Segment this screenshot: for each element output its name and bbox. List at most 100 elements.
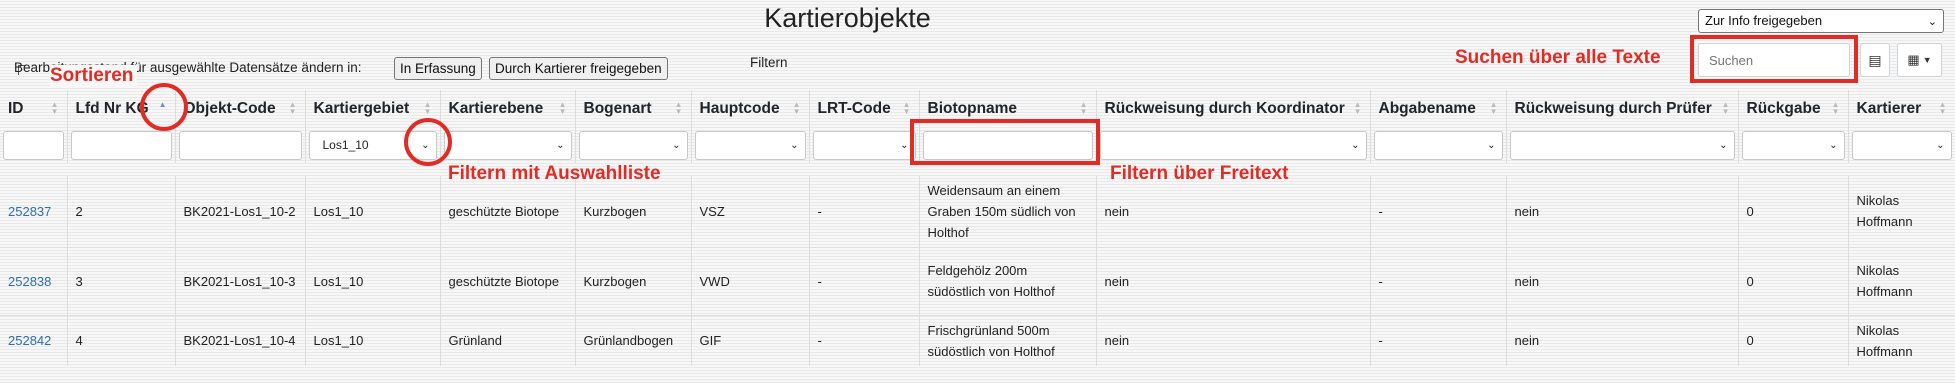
- cell-rp: nein: [1506, 315, 1739, 366]
- row-id-link[interactable]: 252838: [8, 274, 51, 289]
- col-rueckgabe[interactable]: Rückgabe ▲ ▼: [1738, 90, 1849, 127]
- cell-kartierer: Nikolas Hoffmann: [1848, 176, 1955, 248]
- cell-kartierer: Nikolas Hoffmann: [1848, 247, 1955, 316]
- filter-lrt-code-select[interactable]: ⌄: [812, 130, 916, 160]
- table-row[interactable]: 252842 4 BK2021-Los1_10-4 Los1_10 Grünla…: [0, 315, 1955, 366]
- cell-name: Weidensaum an einem Graben 150m südlich …: [919, 176, 1097, 248]
- col-hauptcode[interactable]: Hauptcode ▲ ▼: [691, 90, 810, 127]
- filter-label: Filtern: [750, 55, 788, 70]
- cell-lrt: -: [809, 247, 920, 316]
- cell-haupt: VWD: [691, 247, 810, 316]
- col-id[interactable]: ID ▲ ▼: [0, 90, 68, 127]
- chevron-down-icon: ⌄: [556, 139, 565, 151]
- columns-toggle-button[interactable]: ▦ ▼: [1897, 43, 1942, 77]
- col-kartierer[interactable]: Kartierer ▲ ▼: [1848, 90, 1955, 127]
- cell-lfd: 2: [67, 176, 176, 248]
- annotation-select-circle: [404, 118, 452, 166]
- col-abgabename[interactable]: Abgabename ▲ ▼: [1370, 90, 1507, 127]
- filter-id-input[interactable]: [3, 130, 64, 160]
- annotation-filter-text-label: Filtern über Freitext: [1110, 163, 1289, 184]
- col-rueckweisung-pruefer[interactable]: Rückweisung durch Prüfer ▲ ▼: [1506, 90, 1739, 127]
- list-view-button[interactable]: ▤: [1860, 43, 1890, 77]
- col-lrt-code[interactable]: LRT-Code ▲ ▼: [809, 90, 920, 127]
- sort-icon: ▲ ▼: [674, 100, 683, 116]
- cell-name: Frischgrünland 500m südöstlich von Holth…: [919, 315, 1097, 366]
- cell-rk: nein: [1096, 315, 1371, 366]
- cell-rueck: 0: [1738, 176, 1849, 248]
- filter-kartiergebiet-value: Los1_10: [322, 137, 369, 152]
- sort-icon: ▲ ▼: [902, 100, 911, 116]
- cell-lrt: -: [809, 315, 920, 366]
- chevron-down-icon: ⌄: [790, 139, 799, 151]
- cell-haupt: VSZ: [691, 176, 810, 248]
- sort-icon: ▲ ▼: [1831, 100, 1840, 116]
- col-rueckweisung-koordinator[interactable]: Rückweisung durch Koordinator ▲ ▼: [1096, 90, 1371, 127]
- cell-bogen: Kurzbogen: [575, 247, 692, 316]
- filter-rk-select[interactable]: ⌄: [1099, 130, 1367, 160]
- cell-code: BK2021-Los1_10-2: [175, 176, 306, 248]
- filter-kartierebene-select[interactable]: ⌄: [443, 130, 572, 160]
- cell-bogen: Kurzbogen: [575, 176, 692, 248]
- col-kartierebene[interactable]: Kartierebene ▲ ▼: [440, 90, 576, 127]
- cell-rp: nein: [1506, 176, 1739, 248]
- filter-rp-select[interactable]: ⌄: [1509, 130, 1735, 160]
- cell-haupt: GIF: [691, 315, 810, 366]
- cell-bogen: Grünlandbogen: [575, 315, 692, 366]
- cell-ebene: geschützte Biotope: [440, 247, 576, 316]
- chevron-down-icon: ⌄: [900, 139, 909, 151]
- sort-icon: ▲ ▼: [1938, 100, 1947, 116]
- annotation-freetext-box: [910, 119, 1100, 165]
- list-icon: ▤: [1868, 51, 1882, 68]
- cell-abgabe: -: [1370, 176, 1507, 248]
- sort-icon: ▲ ▼: [50, 100, 59, 116]
- cell-gebiet: Los1_10: [305, 315, 441, 366]
- sort-icon: ▲ ▼: [558, 100, 567, 116]
- chevron-down-icon: ⌄: [1351, 139, 1360, 151]
- row-id-link[interactable]: 252837: [8, 204, 51, 219]
- cell-kartierer: Nikolas Hoffmann: [1848, 315, 1955, 366]
- caret-down-icon: ▼: [1922, 55, 1932, 65]
- cell-gebiet: Los1_10: [305, 176, 441, 248]
- table-row[interactable]: 252838 3 BK2021-Los1_10-3 Los1_10 geschü…: [0, 247, 1955, 316]
- sort-icon: ▲ ▼: [792, 100, 801, 116]
- in-erfassung-button[interactable]: In Erfassung: [394, 57, 482, 80]
- annotation-search-label: Suchen über alle Texte: [1455, 47, 1661, 68]
- cell-name: Feldgehölz 200m südöstlich von Holthof: [919, 247, 1097, 316]
- status-select[interactable]: Zur Info freigegeben ⌄: [1698, 9, 1944, 33]
- filter-kartierer-select[interactable]: ⌄: [1851, 130, 1952, 160]
- sort-icon: ▲ ▼: [1721, 100, 1730, 116]
- chevron-down-icon: ⌄: [1829, 139, 1838, 151]
- chevron-down-icon: ⌄: [1936, 139, 1945, 151]
- filter-hauptcode-select[interactable]: ⌄: [694, 130, 806, 160]
- col-bogenart[interactable]: Bogenart ▲ ▼: [575, 90, 692, 127]
- cell-rk: nein: [1096, 176, 1371, 248]
- cell-lrt: -: [809, 176, 920, 248]
- page-title: Kartierobjekte: [764, 3, 931, 33]
- freigegeben-button[interactable]: Durch Kartierer freigegeben: [489, 57, 668, 80]
- cell-code: BK2021-Los1_10-3: [175, 247, 306, 316]
- annotation-filter-select-label: Filtern mit Auswahlliste: [448, 163, 661, 184]
- cell-lfd: 3: [67, 247, 176, 316]
- filter-lfd-input[interactable]: [70, 130, 172, 160]
- cell-gebiet: Los1_10: [305, 247, 441, 316]
- table-row[interactable]: 252837 2 BK2021-Los1_10-2 Los1_10 geschü…: [0, 176, 1955, 248]
- grid-columns-icon: ▦: [1907, 52, 1920, 67]
- sort-icon: ▲ ▼: [423, 100, 432, 116]
- sort-icon: ▲ ▼: [1079, 100, 1088, 116]
- chevron-down-icon: ⌄: [672, 139, 681, 151]
- cell-abgabe: -: [1370, 315, 1507, 366]
- cell-rk: nein: [1096, 247, 1371, 316]
- chevron-down-icon: ⌄: [1487, 139, 1496, 151]
- filter-bogenart-select[interactable]: ⌄: [578, 130, 688, 160]
- filter-abgabename-select[interactable]: ⌄: [1373, 130, 1503, 160]
- filter-objekt-code-input[interactable]: [178, 130, 302, 160]
- annotation-search-box: [1690, 35, 1858, 83]
- annotation-sort-circle: [140, 83, 188, 131]
- col-objekt-code[interactable]: Objekt-Code ▲ ▼: [175, 90, 306, 127]
- cell-lfd: 4: [67, 315, 176, 366]
- row-id-link[interactable]: 252842: [8, 333, 51, 348]
- sort-icon: ▲ ▼: [1353, 100, 1362, 116]
- cell-rueck: 0: [1738, 247, 1849, 316]
- cell-ebene: Grünland: [440, 315, 576, 366]
- filter-rueckgabe-select[interactable]: ⌄: [1741, 130, 1845, 160]
